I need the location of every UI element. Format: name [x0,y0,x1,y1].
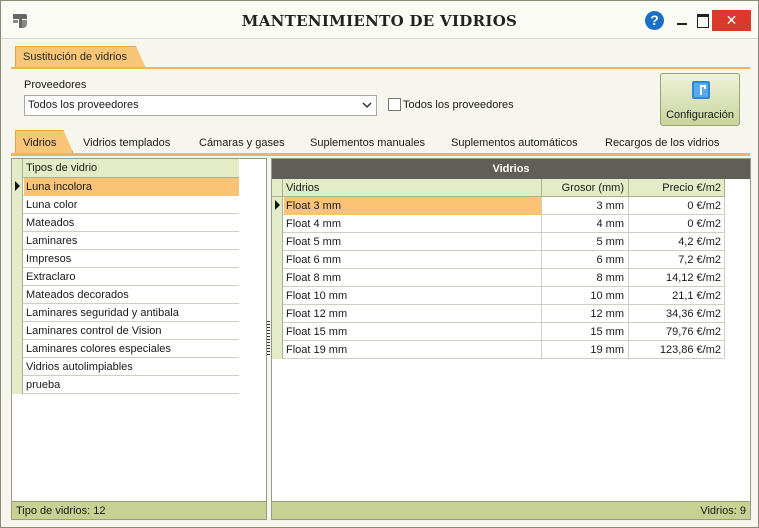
table-row[interactable]: Float 4 mm 4 mm 0 €/m2 [272,215,725,233]
help-button[interactable]: ? [645,11,664,30]
todos-proveedores-label: Todos los proveedores [403,99,514,111]
table-row[interactable]: Float 3 mm 3 mm 0 €/m2 [272,197,725,215]
vidrios-panel-title: Vidrios [272,159,750,179]
todos-proveedores-checkbox[interactable] [388,98,401,111]
vidrios-footer: Vidrios: 9 [272,501,750,519]
table-row[interactable]: Float 5 mm 5 mm 4,2 €/m2 [272,233,725,251]
table-row[interactable]: Laminares control de Vision [12,322,239,340]
tipos-vidrio-grid: Tipos de vidrio Luna incolora Luna color… [11,158,267,520]
proveedores-select[interactable]: Todos los proveedores [24,95,377,116]
table-row[interactable]: Extraclaro [12,268,239,286]
tab-vidrios[interactable]: Vidrios [15,130,73,153]
table-row[interactable]: Laminares colores especiales [12,340,239,358]
main-window: MANTENIMIENTO DE VIDRIOS ? ✕ Sustitución… [0,0,759,528]
vidrios-rows: Float 3 mm 3 mm 0 €/m2 Float 4 mm 4 mm 0 €/m… [272,197,725,359]
table-row[interactable]: Luna incolora [12,178,239,196]
table-row[interactable]: Laminares seguridad y antibala [12,304,239,322]
tipos-header: Tipos de vidrio [12,159,239,178]
tipos-column-header[interactable]: Tipos de vidrio [26,162,97,174]
table-row[interactable]: Float 6 mm 6 mm 7,2 €/m2 [272,251,725,269]
panel-splitter-handle[interactable] [267,321,270,355]
column-header-vidrios[interactable]: Vidrios [284,179,542,197]
column-header-grosor[interactable]: Grosor (mm) [542,179,629,197]
column-header-precio[interactable]: Precio €/m2 [629,179,725,197]
vidrios-header: Vidrios Grosor (mm) Precio €/m2 [272,179,725,197]
vidrios-count: Vidrios: 9 [700,505,746,517]
proveedores-label: Proveedores [24,79,87,91]
table-row[interactable]: Vidrios autolimpiables [12,358,239,376]
table-row[interactable]: Mateados decorados [12,286,239,304]
maximize-button[interactable] [693,11,711,29]
table-row[interactable]: Float 12 mm 12 mm 34,36 €/m2 [272,305,725,323]
chevron-down-icon [362,102,372,109]
minimize-button[interactable] [673,11,691,29]
table-row[interactable]: Impresos [12,250,239,268]
table-row[interactable]: prueba [12,376,239,394]
tab-camaras-gases[interactable]: Cámaras y gases [199,130,285,153]
current-row-indicator-icon [12,178,23,196]
vidrios-grid: Vidrios Vidrios Grosor (mm) Precio €/m2 … [271,158,751,520]
subtabs-bar: Vidrios Vidrios templados Cámaras y gase… [11,130,750,154]
tab-underline [11,67,750,69]
tipos-rows: Luna incolora Luna color Mateados Lamina… [12,178,239,394]
tipos-footer: Tipo de vidrios: 12 [12,501,266,519]
table-row[interactable]: Laminares [12,232,239,250]
title-bar: MANTENIMIENTO DE VIDRIOS ? ✕ [1,1,758,39]
subtab-underline [11,153,750,156]
tab-sustitucion-vidrios[interactable]: Sustitución de vidrios [15,46,146,68]
configuracion-button[interactable]: Configuración [660,73,740,126]
configuracion-label: Configuración [666,109,734,121]
tipos-count: Tipo de vidrios: 12 [16,505,106,517]
proveedores-selected-value: Todos los proveedores [28,99,139,111]
tab-recargos-vidrios[interactable]: Recargos de los vidrios [605,130,719,153]
table-row[interactable]: Float 8 mm 8 mm 14,12 €/m2 [272,269,725,287]
settings-icon [692,81,710,99]
table-row[interactable]: Mateados [12,214,239,232]
table-row[interactable]: Luna color [12,196,239,214]
tab-suplementos-manuales[interactable]: Suplementos manuales [310,130,425,153]
table-row[interactable]: Float 15 mm 15 mm 79,76 €/m2 [272,323,725,341]
tab-suplementos-automaticos[interactable]: Suplementos automáticos [451,130,578,153]
current-row-indicator-icon [272,197,283,215]
table-row[interactable]: Float 10 mm 10 mm 21,1 €/m2 [272,287,725,305]
table-row[interactable]: Float 19 mm 19 mm 123,86 €/m2 [272,341,725,359]
tab-vidrios-templados[interactable]: Vidrios templados [83,130,170,153]
close-button[interactable]: ✕ [712,10,751,31]
